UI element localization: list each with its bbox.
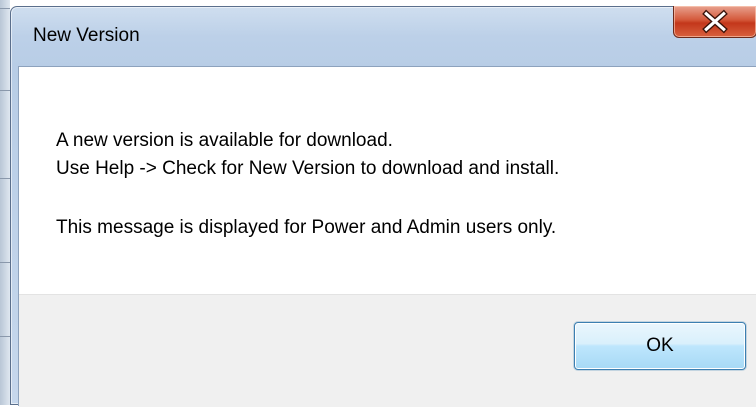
- button-bar: OK: [19, 294, 756, 407]
- close-button[interactable]: [673, 6, 756, 38]
- message-line-3: This message is displayed for Power and …: [56, 217, 557, 238]
- dialog-content: A new version is available for download.…: [18, 66, 756, 407]
- new-version-dialog: New Version A new version is available f…: [10, 6, 756, 407]
- message-text: A new version is available for download.…: [56, 127, 559, 242]
- message-line-2: Use Help -> Check for New Version to dow…: [56, 158, 560, 179]
- dialog-title: New Version: [33, 25, 140, 46]
- background-window-edge: [0, 0, 10, 405]
- close-icon: [702, 9, 728, 34]
- ok-button[interactable]: OK: [574, 322, 746, 370]
- message-line-1: A new version is available for download.: [56, 130, 393, 151]
